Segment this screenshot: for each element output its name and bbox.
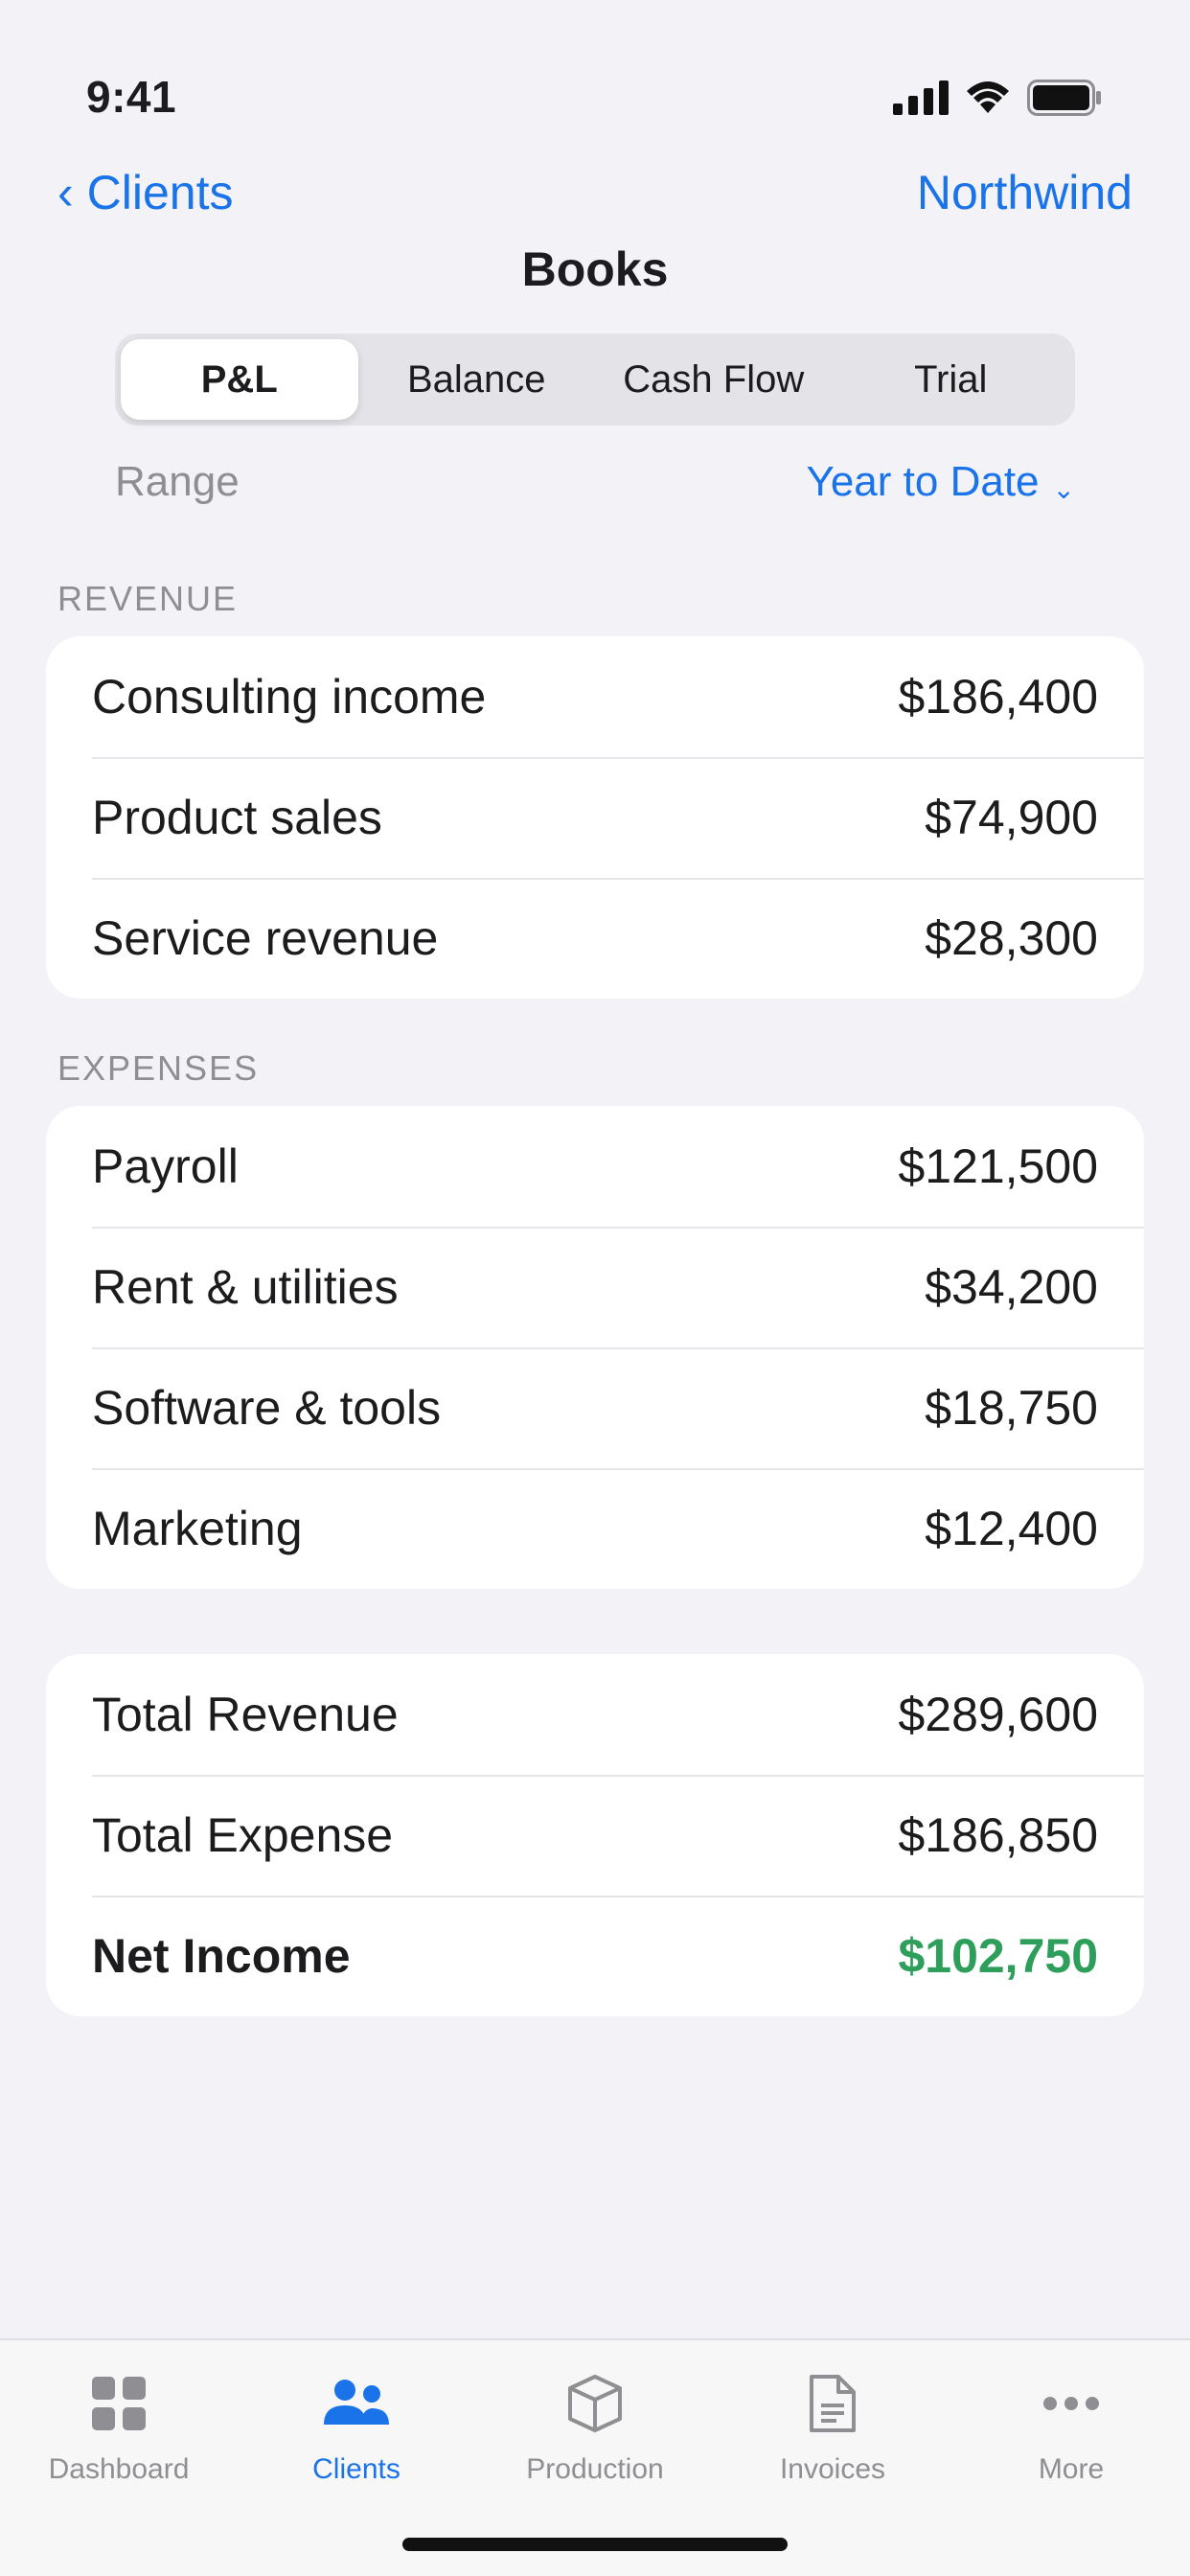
revenue-card: Consulting income $186,400 Product sales…: [46, 636, 1144, 999]
back-button[interactable]: ‹ Clients: [57, 165, 234, 220]
status-icons: [893, 79, 1102, 121]
tab-more[interactable]: More: [952, 2365, 1190, 2486]
row-amount: $121,500: [898, 1139, 1098, 1193]
tab-label: More: [1038, 2453, 1105, 2485]
total-revenue-amount: $289,600: [898, 1688, 1098, 1741]
ellipsis-icon: [1042, 2365, 1100, 2442]
list-item[interactable]: Consulting income $186,400: [46, 636, 1144, 757]
tab-label: Production: [526, 2453, 664, 2485]
total-expense-row: Total Expense $186,850: [46, 1775, 1144, 1896]
company-button[interactable]: Northwind: [917, 165, 1133, 220]
range-picker[interactable]: Year to Date ⌄: [807, 458, 1075, 506]
document-icon: [808, 2365, 858, 2442]
total-expense-amount: $186,850: [898, 1808, 1098, 1862]
summary-card: Total Revenue $289,600 Total Expense $18…: [46, 1654, 1144, 2016]
row-label: Payroll: [92, 1139, 239, 1193]
tab-production[interactable]: Production: [476, 2365, 714, 2486]
list-item[interactable]: Product sales $74,900: [46, 757, 1144, 878]
report-type-segmented-control: P&L Balance Cash Flow Trial: [115, 334, 1075, 426]
row-amount: $74,900: [925, 791, 1098, 844]
row-label: Product sales: [92, 791, 382, 844]
range-value: Year to Date: [806, 458, 1040, 505]
row-amount: $34,200: [925, 1260, 1098, 1314]
list-item[interactable]: Rent & utilities $34,200: [46, 1227, 1144, 1347]
tab-label: Clients: [312, 2453, 400, 2485]
screen: 9:41 ‹ Clients Northwind Books P&L Balan…: [0, 0, 1190, 2576]
segment-trial[interactable]: Trial: [833, 339, 1070, 420]
grid-icon: [90, 2365, 148, 2442]
segment-cash-flow[interactable]: Cash Flow: [595, 339, 833, 420]
list-item[interactable]: Software & tools $18,750: [46, 1347, 1144, 1468]
chevron-left-icon: ‹: [57, 166, 74, 219]
row-amount: $12,400: [925, 1502, 1098, 1555]
back-label: Clients: [86, 166, 234, 219]
list-item[interactable]: Marketing $12,400: [46, 1468, 1144, 1589]
net-income-row: Net Income $102,750: [46, 1896, 1144, 2016]
status-time: 9:41: [86, 72, 177, 122]
tab-clients[interactable]: Clients: [238, 2365, 475, 2486]
net-income-label: Net Income: [92, 1929, 351, 1983]
page-title: Books: [521, 242, 669, 296]
segment-pl[interactable]: P&L: [121, 339, 358, 420]
revenue-header: REVENUE: [57, 579, 239, 618]
box-icon: [564, 2365, 626, 2442]
tab-dashboard[interactable]: Dashboard: [0, 2365, 238, 2486]
cellular-signal-icon: [893, 80, 949, 120]
row-amount: $18,750: [925, 1381, 1098, 1435]
list-item[interactable]: Payroll $121,500: [46, 1106, 1144, 1227]
tab-invoices[interactable]: Invoices: [714, 2365, 951, 2486]
row-label: Marketing: [92, 1502, 303, 1555]
expenses-header: EXPENSES: [57, 1048, 260, 1088]
total-revenue-label: Total Revenue: [92, 1688, 399, 1741]
list-item[interactable]: Service revenue $28,300: [46, 878, 1144, 999]
people-icon: [322, 2365, 391, 2442]
total-revenue-row: Total Revenue $289,600: [46, 1654, 1144, 1775]
row-label: Consulting income: [92, 670, 487, 724]
row-amount: $186,400: [898, 670, 1098, 724]
row-amount: $28,300: [925, 911, 1098, 965]
range-label: Range: [115, 458, 240, 505]
row-label: Software & tools: [92, 1381, 442, 1435]
chevron-down-icon: ⌄: [1052, 473, 1075, 504]
row-label: Rent & utilities: [92, 1260, 399, 1314]
segment-balance[interactable]: Balance: [358, 339, 596, 420]
wifi-icon: [966, 80, 1010, 120]
total-expense-label: Total Expense: [92, 1808, 394, 1862]
home-indicator[interactable]: [402, 2538, 788, 2551]
row-label: Service revenue: [92, 911, 439, 965]
battery-icon: [1027, 79, 1102, 121]
expenses-card: Payroll $121,500 Rent & utilities $34,20…: [46, 1106, 1144, 1589]
tab-label: Invoices: [779, 2453, 886, 2485]
net-income-amount: $102,750: [898, 1929, 1098, 1983]
tab-label: Dashboard: [48, 2453, 190, 2485]
